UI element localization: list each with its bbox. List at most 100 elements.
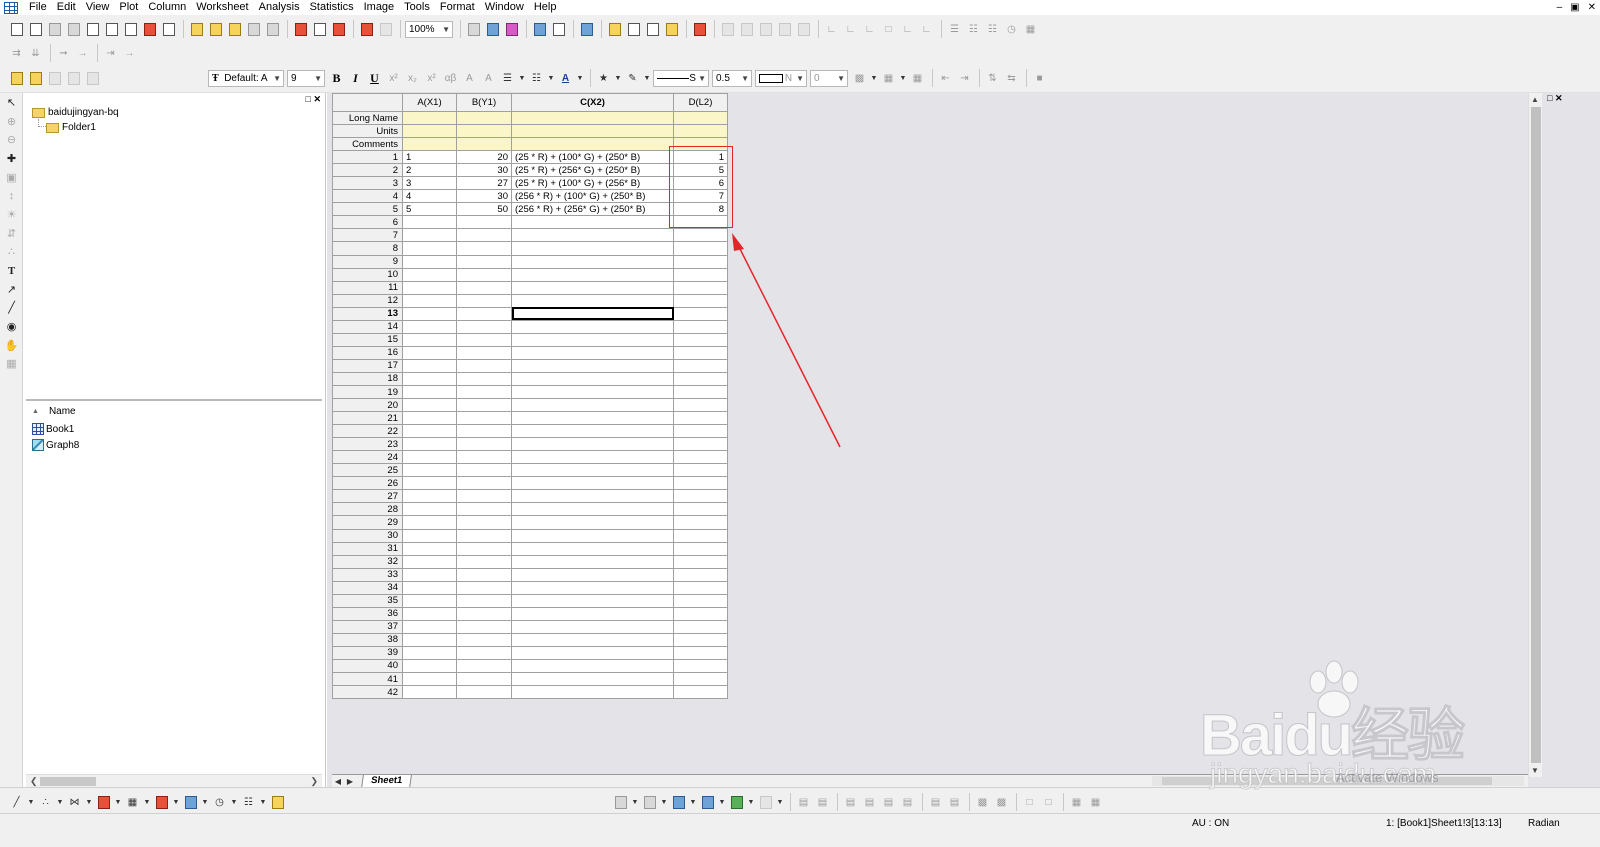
meta-cell[interactable] (511, 137, 674, 152)
cell-a[interactable] (402, 215, 457, 230)
screen-reader-icon[interactable]: ✚ (0, 149, 23, 168)
cell-d[interactable] (673, 658, 728, 674)
cell-d[interactable] (673, 541, 728, 556)
cell-b[interactable] (456, 619, 512, 634)
cell-c[interactable] (511, 358, 674, 373)
cell-a[interactable] (402, 632, 457, 647)
row-number[interactable]: 14 (332, 319, 403, 334)
row-number[interactable]: 40 (332, 658, 403, 674)
mask-icon[interactable] (27, 70, 44, 87)
code-icon[interactable] (644, 21, 661, 38)
cell-b[interactable] (456, 645, 512, 660)
row-number[interactable]: 28 (332, 502, 403, 517)
multi-curve-icon[interactable]: ⋈ (66, 794, 83, 811)
cell-a[interactable] (402, 293, 457, 308)
import-wizard-icon[interactable] (330, 21, 347, 38)
column-header-a[interactable]: A(X1) (402, 93, 457, 112)
hatch-icon[interactable]: ▩ (851, 70, 868, 87)
table-icon[interactable]: ▦ (1022, 21, 1039, 38)
chevron-down-icon[interactable]: ▼ (547, 70, 555, 87)
area-plot-icon[interactable] (182, 794, 199, 811)
align-left-obj-icon[interactable]: ▤ (795, 794, 812, 811)
cell-c[interactable] (511, 450, 674, 465)
cell-b[interactable] (456, 580, 512, 595)
grid-h-icon[interactable]: ☰ (946, 21, 963, 38)
bar-chart-icon[interactable] (153, 794, 170, 811)
layer2-icon[interactable] (757, 21, 774, 38)
row-number[interactable]: 17 (332, 358, 403, 373)
same-height-icon[interactable]: ▤ (946, 794, 963, 811)
font-size-select[interactable]: 9 ▼ (287, 69, 325, 87)
rescale-icon[interactable] (719, 21, 736, 38)
row-label[interactable]: Long Name (332, 110, 403, 126)
cell-b[interactable] (456, 293, 512, 308)
cell-a[interactable] (402, 672, 457, 687)
cell-c[interactable] (511, 280, 674, 295)
menu-statistics[interactable]: Statistics (305, 0, 359, 15)
line-color-icon[interactable]: ✎ (624, 70, 641, 87)
close-icon[interactable]: ✕ (1588, 0, 1596, 15)
arrow-tool-icon[interactable]: ↗ (0, 280, 23, 299)
cell-b[interactable] (456, 267, 512, 282)
cell-d[interactable] (673, 672, 728, 687)
chevron-down-icon[interactable]: ▼ (660, 794, 668, 811)
list-item-book1[interactable]: Book1 (32, 423, 74, 435)
shape-tool-icon[interactable]: ◉ (0, 317, 23, 336)
new-workbook-icon[interactable] (27, 21, 44, 38)
row-number[interactable]: 29 (332, 515, 403, 530)
menu-column[interactable]: Column (143, 0, 191, 15)
meta-cell[interactable] (402, 124, 457, 139)
distribute-h-icon[interactable]: ▦ (1068, 794, 1085, 811)
scroll-down-icon[interactable]: ▼ (1531, 766, 1539, 775)
cell-b[interactable] (456, 489, 512, 504)
new-script-icon[interactable] (160, 21, 177, 38)
cell-b[interactable] (456, 658, 512, 674)
cell-c[interactable] (511, 306, 674, 321)
arrow-head-icon[interactable]: → (121, 45, 138, 62)
cell-d[interactable] (673, 502, 728, 517)
lock-icon[interactable]: ■ (1031, 70, 1048, 87)
swap-arrow-icon[interactable]: → (74, 45, 91, 62)
zoom-out-icon[interactable]: ⊖ (0, 130, 23, 149)
supsub-icon[interactable]: x² (423, 70, 440, 87)
row-number[interactable]: 25 (332, 463, 403, 478)
meta-cell[interactable] (456, 124, 512, 139)
row-number[interactable]: 41 (332, 672, 403, 687)
pin-icon[interactable]: □ (1547, 93, 1552, 103)
tree-root-folder[interactable]: baidujingyan-bq (32, 107, 119, 118)
batch-icon[interactable] (377, 21, 394, 38)
cell-b[interactable] (456, 567, 512, 582)
cell-c[interactable] (511, 293, 674, 308)
list-item-graph8[interactable]: Graph8 (32, 439, 79, 451)
cell-c[interactable] (511, 463, 674, 478)
cell-c[interactable] (511, 267, 674, 282)
align-vcenter-icon[interactable]: ▤ (880, 794, 897, 811)
script-window-icon[interactable] (625, 21, 642, 38)
meta-cell[interactable] (456, 137, 512, 152)
3d-color-icon[interactable] (728, 794, 745, 811)
save-template-icon[interactable] (264, 21, 281, 38)
cell-b[interactable] (456, 515, 512, 530)
chevron-down-icon[interactable]: ▼ (776, 794, 784, 811)
cell-a[interactable] (402, 411, 457, 426)
cell-d[interactable] (673, 489, 728, 504)
cell-a[interactable] (402, 398, 457, 413)
new-project-icon[interactable] (8, 21, 25, 38)
cell-a[interactable] (402, 528, 457, 543)
new-notes-icon[interactable] (141, 21, 158, 38)
fill-color-icon[interactable]: ★ (595, 70, 612, 87)
zoom-select[interactable]: 100% ▼ (405, 20, 453, 38)
menu-help[interactable]: Help (529, 0, 562, 15)
annotation-icon[interactable]: ☀ (0, 205, 23, 224)
cell-c[interactable] (511, 502, 674, 517)
close-icon[interactable]: ✕ (1555, 93, 1563, 103)
menu-edit[interactable]: Edit (52, 0, 81, 15)
cell-a[interactable] (402, 489, 457, 504)
data-selector-icon[interactable]: ⇵ (0, 224, 23, 243)
cell-c[interactable] (511, 580, 674, 595)
meta-cell[interactable] (673, 124, 728, 139)
same-width-icon[interactable]: ▤ (927, 794, 944, 811)
layer-icon[interactable] (738, 21, 755, 38)
chevron-down-icon[interactable]: ▼ (899, 70, 907, 87)
row-number[interactable]: 10 (332, 267, 403, 282)
